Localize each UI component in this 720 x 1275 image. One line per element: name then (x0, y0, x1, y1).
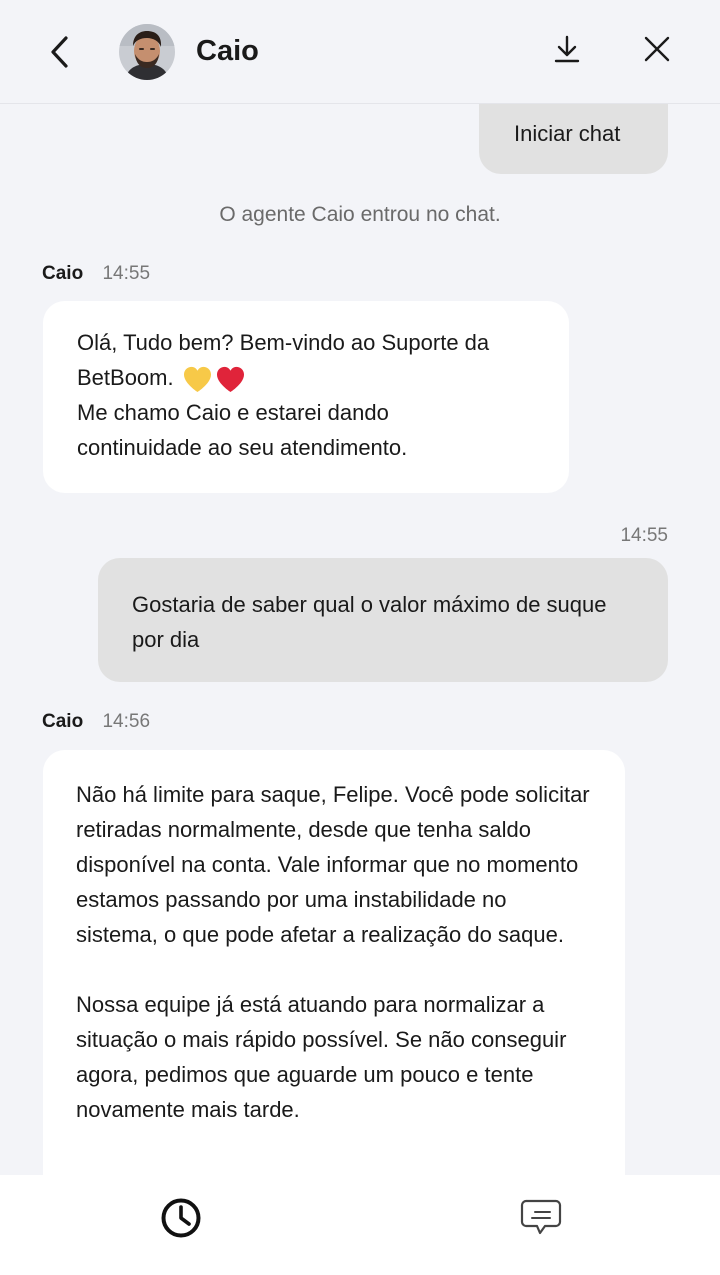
agent-avatar (119, 24, 175, 80)
sender-name: Caio (42, 711, 84, 732)
message-paragraph: Não há limite para saque, Felipe. Você p… (76, 782, 590, 947)
message-time: 14:55 (620, 525, 668, 546)
download-button[interactable] (546, 28, 588, 70)
outgoing-message-bubble: Gostaria de saber qual o valor máximo de… (98, 558, 668, 682)
red-heart-icon (216, 367, 244, 393)
chat-bubble-icon (520, 1199, 562, 1235)
download-icon (554, 35, 580, 63)
incoming-message-bubble: Não há limite para saque, Felipe. Você p… (43, 750, 625, 1175)
sender-name: Caio (42, 263, 84, 284)
message-time: 14:56 (102, 711, 151, 732)
close-icon (644, 36, 670, 62)
bottom-toolbar (0, 1175, 720, 1275)
message-meta: Caio 14:55 (42, 261, 150, 287)
chat-header: Caio (0, 0, 720, 104)
message-line: Me chamo Caio e estarei dando (77, 400, 389, 425)
message-time: 14:55 (102, 263, 151, 284)
yellow-heart-icon (183, 367, 211, 393)
message-meta: Caio 14:56 (42, 709, 150, 735)
message-line-with-emoji: BetBoom. (77, 360, 535, 395)
message-text: BetBoom. (77, 365, 174, 390)
system-message: O agente Caio entrou no chat. (219, 203, 501, 226)
new-message-button[interactable] (516, 1193, 566, 1243)
message-text: Iniciar chat (514, 121, 621, 146)
back-button[interactable] (40, 30, 80, 74)
message-text: Gostaria de saber qual o valor máximo de… (132, 592, 607, 652)
message-line: Olá, Tudo bem? Bem-vindo ao Suporte da (77, 330, 490, 355)
agent-name: Caio (196, 35, 259, 67)
chat-transcript[interactable]: Iniciar chat O agente Caio entrou no cha… (0, 104, 720, 1175)
incoming-message-bubble: Olá, Tudo bem? Bem-vindo ao Suporte da B… (43, 301, 569, 493)
message-paragraph: Nossa equipe já está atuando para normal… (76, 992, 567, 1122)
history-button[interactable] (156, 1193, 206, 1243)
message-line: continuidade ao seu atendimento. (77, 435, 408, 460)
chevron-left-icon (51, 36, 68, 68)
close-button[interactable] (636, 28, 678, 70)
clock-icon (161, 1198, 201, 1238)
outgoing-message-bubble: Iniciar chat (479, 104, 668, 174)
